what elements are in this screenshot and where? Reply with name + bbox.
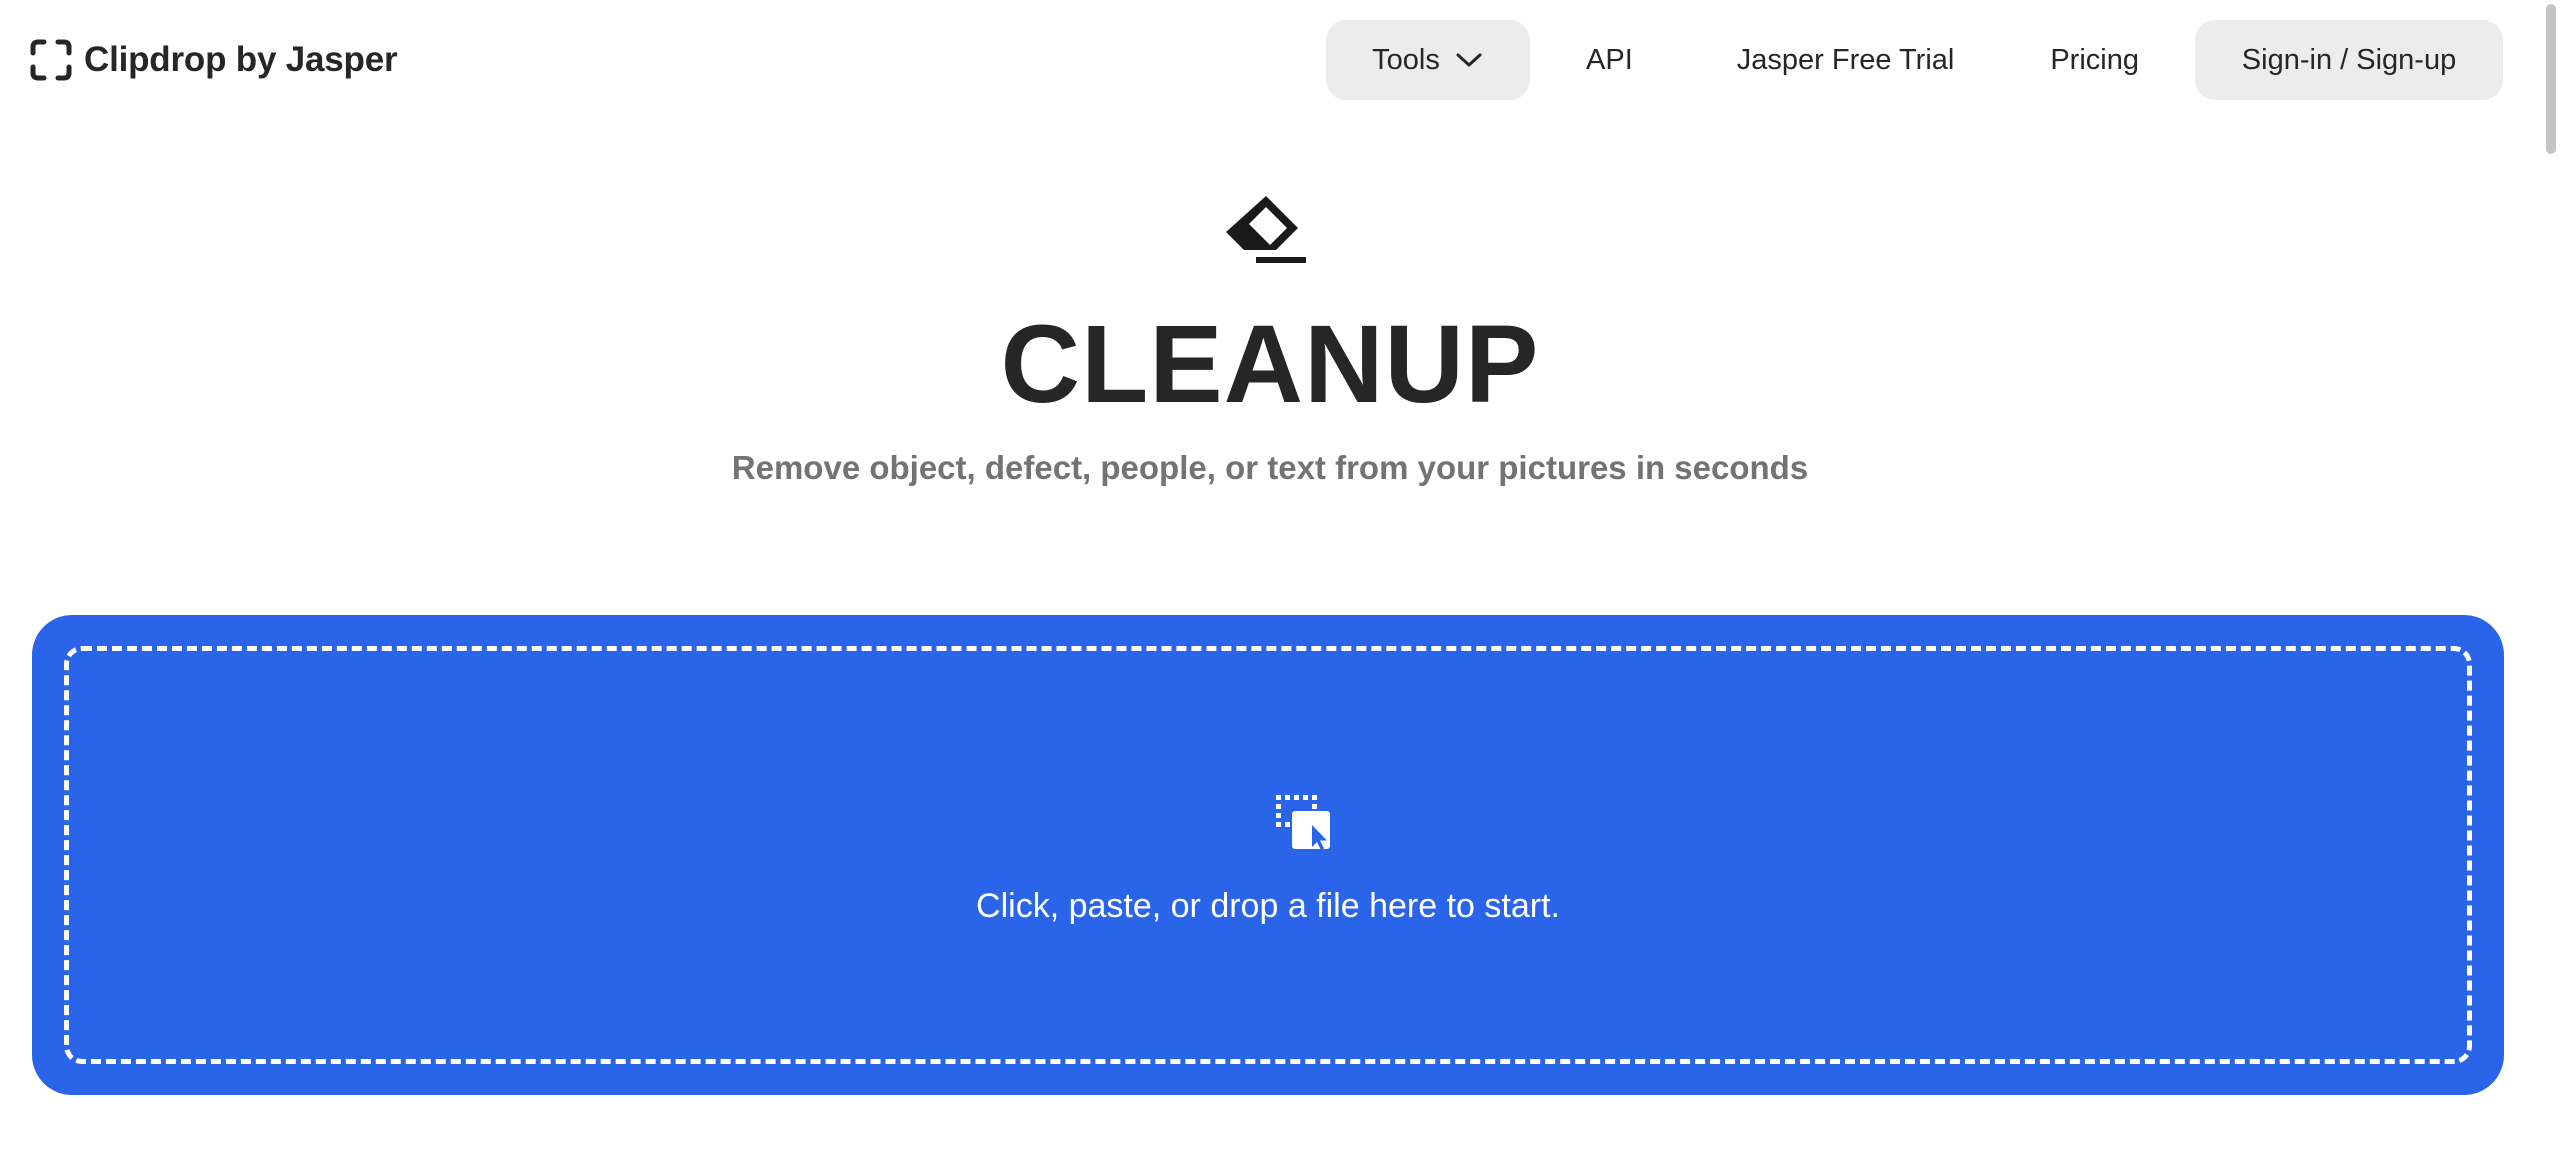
upload-file-icon xyxy=(1276,795,1330,850)
file-dropzone[interactable]: Click, paste, or drop a file here to sta… xyxy=(32,615,2504,1095)
page-title: CLEANUP xyxy=(1000,303,1540,426)
scrollbar-thumb[interactable] xyxy=(2546,4,2556,154)
logo-text: Clipdrop by Jasper xyxy=(84,40,398,80)
sign-in-button[interactable]: Sign-in / Sign-up xyxy=(2195,20,2503,100)
page-subtitle: Remove object, defect, people, or text f… xyxy=(731,449,1809,486)
chevron-down-icon xyxy=(1456,53,1482,67)
logo-suffix: by Jasper xyxy=(235,40,398,79)
logo-link[interactable]: Clipdrop by Jasper xyxy=(30,36,398,84)
main-nav: Tools API Jasper Free Trial Pricing Sign… xyxy=(1326,20,2503,100)
dropzone-instructions: Click, paste, or drop a file here to sta… xyxy=(976,887,1560,925)
nav-link-jasper-free-trial[interactable]: Jasper Free Trial xyxy=(1689,20,2003,100)
tools-label: Tools xyxy=(1372,43,1440,76)
site-header: Clipdrop by Jasper Tools API Jasper Free… xyxy=(0,0,2540,120)
eraser-icon xyxy=(1226,196,1306,263)
nav-link-pricing[interactable]: Pricing xyxy=(2002,20,2187,100)
clipdrop-logo-icon xyxy=(30,39,72,81)
tools-menu-button[interactable]: Tools xyxy=(1326,20,1531,100)
dropzone-dashed-border: Click, paste, or drop a file here to sta… xyxy=(64,646,2472,1064)
nav-link-api[interactable]: API xyxy=(1530,20,1689,100)
logo-brand: Clipdrop xyxy=(84,40,227,79)
